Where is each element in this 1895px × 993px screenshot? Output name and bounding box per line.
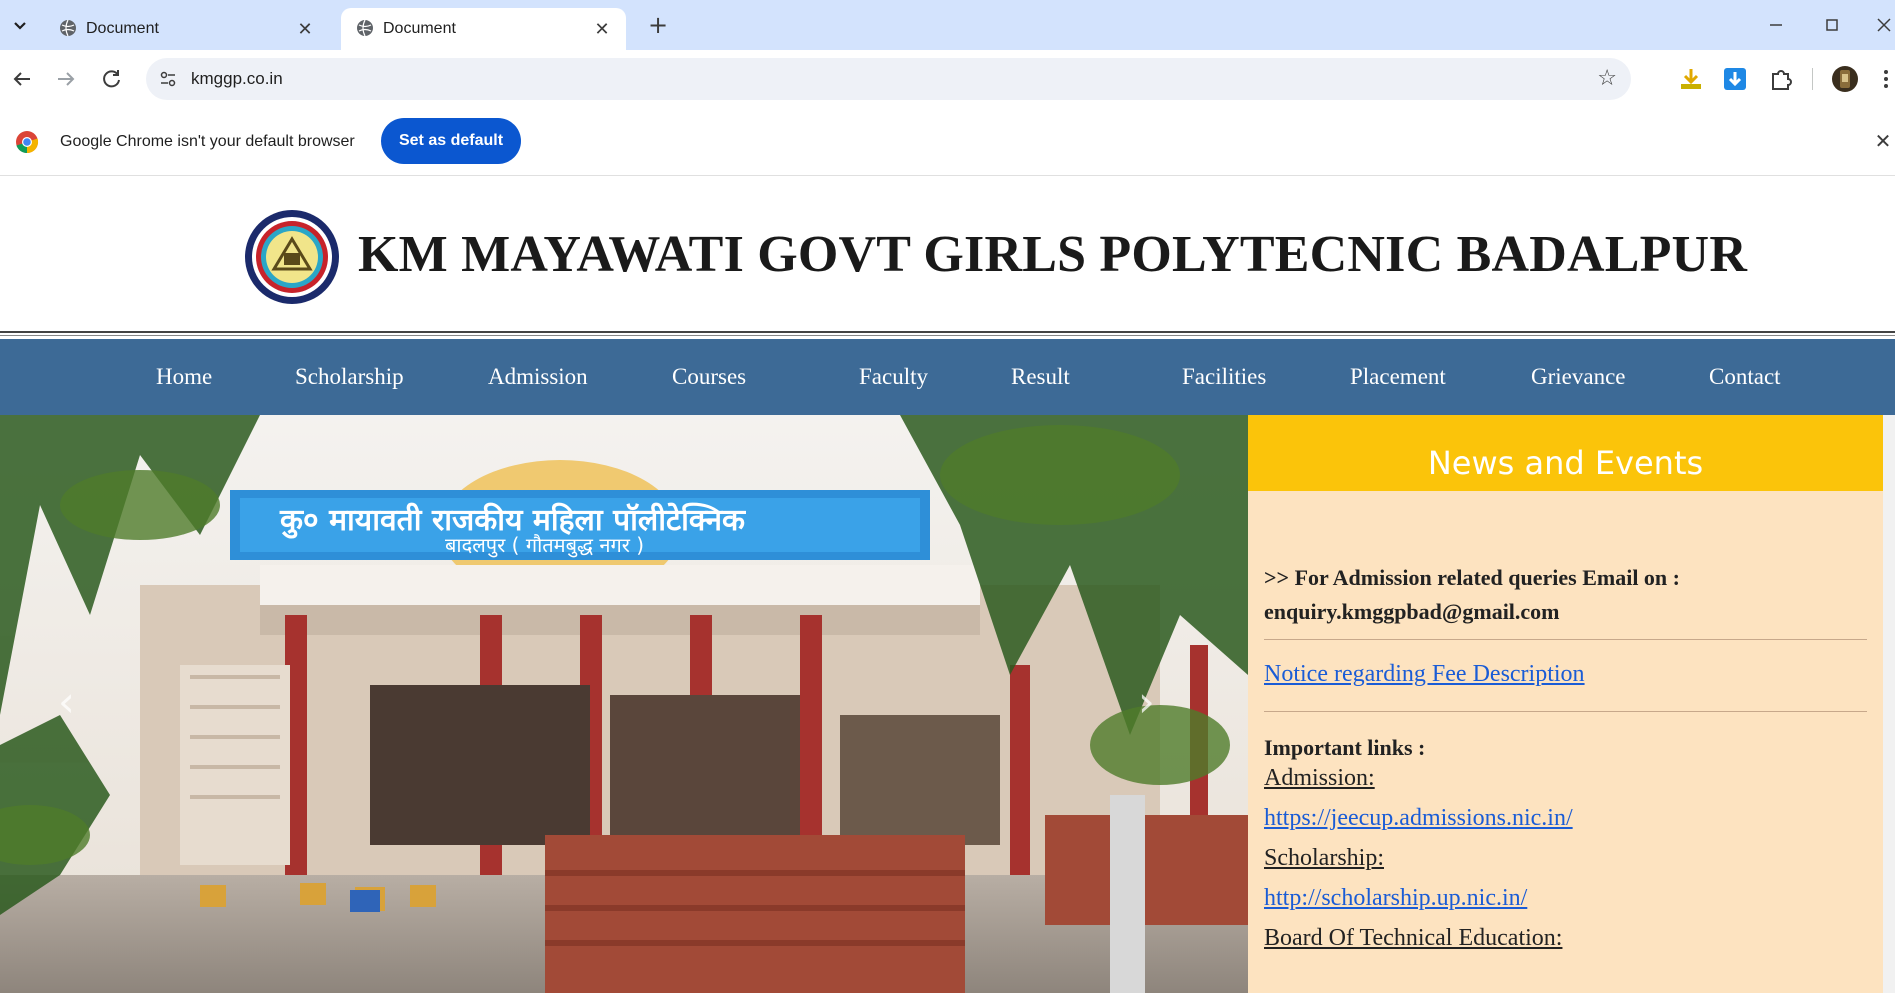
globe-icon [357,19,373,37]
admission-email-text: enquiry.kmggpbad@gmail.com [1264,599,1560,624]
nav-faculty[interactable]: Faculty [859,339,928,415]
header-divider-thin [0,335,1895,336]
bte-label: Board Of Technical Education: [1264,925,1563,951]
globe-icon [60,19,76,37]
forward-button[interactable] [52,65,80,93]
minimize-icon[interactable] [1764,13,1788,37]
scholarship-label: Scholarship: [1264,845,1384,871]
maximize-icon[interactable] [1820,13,1844,37]
extensions-puzzle-icon[interactable] [1766,64,1796,94]
tab-search-button[interactable] [8,13,32,37]
downloader-extension-icon[interactable] [1720,64,1750,94]
chevron-down-icon [14,22,26,30]
close-icon[interactable]: ✕ [590,17,614,41]
chrome-logo-icon [16,131,39,154]
download-arrow-icon[interactable] [1676,64,1706,94]
news-scrollbar[interactable] [1883,415,1895,993]
url-text[interactable]: kmggp.co.in [191,68,283,90]
tab-document-2[interactable]: Document ✕ [341,8,626,50]
tab-strip: Document ✕ Document ✕ + [0,0,1895,50]
carousel-prev-icon[interactable]: ‹ [58,677,75,726]
nav-admission[interactable]: Admission [488,339,588,415]
nav-scholarship[interactable]: Scholarship [295,339,404,415]
hero-carousel: कु० मायावती राजकीय महिला पॉलीटेक्निक बाद… [0,415,1248,993]
news-header: News and Events [1248,415,1883,491]
new-tab-button[interactable]: + [645,12,671,38]
college-logo [245,210,339,304]
site-title: KM MAYAWATI GOVT GIRLS POLYTECNIC BADALP… [358,226,1748,283]
admission-query-text: >> For Admission related queries Email o… [1264,565,1680,590]
nav-placement[interactable]: Placement [1350,339,1446,415]
profile-avatar[interactable] [1830,64,1860,94]
reload-icon [103,70,120,88]
nav-grievance[interactable]: Grievance [1531,339,1626,415]
news-divider [1264,639,1867,640]
tab-document-1[interactable]: Document ✕ [44,8,329,50]
nav-courses[interactable]: Courses [672,339,746,415]
main-navigation: Home Scholarship Admission Courses Facul… [0,339,1895,415]
browser-toolbar: kmggp.co.in ☆ [0,50,1895,108]
close-icon[interactable]: ✕ [293,17,317,41]
news-heading: News and Events [1427,444,1704,482]
site-settings-icon[interactable] [158,69,178,89]
address-bar[interactable]: kmggp.co.in ☆ [146,58,1631,100]
close-window-icon[interactable] [1872,13,1895,37]
site-header: KM MAYAWATI GOVT GIRLS POLYTECNIC BADALP… [0,177,1895,334]
tab-title: Document [383,20,456,37]
back-button[interactable] [8,65,36,93]
campus-building-photo: कु० मायावती राजकीय महिला पॉलीटेक्निक बाद… [0,415,1248,993]
hero-sign-line2: बादलपुर ( गौतमबुद्ध नगर ) [445,533,644,558]
nav-home[interactable]: Home [156,339,212,415]
arrow-right-icon [58,72,75,86]
arrow-left-icon [13,72,30,86]
admission-label: Admission: [1264,765,1375,791]
set-as-default-button[interactable]: Set as default [381,118,521,164]
reload-button[interactable] [98,65,126,93]
toolbar-divider [1812,68,1813,90]
header-divider [0,331,1895,333]
news-divider [1264,711,1867,712]
infobar-message: Google Chrome isn't your default browser [60,133,355,150]
web-page: KM MAYAWATI GOVT GIRLS POLYTECNIC BADALP… [0,177,1895,993]
nav-contact[interactable]: Contact [1709,339,1781,415]
nav-result[interactable]: Result [1011,339,1070,415]
important-links-label: Important links : [1264,735,1426,760]
bookmark-star-icon[interactable]: ☆ [1597,66,1617,92]
nav-facilities[interactable]: Facilities [1182,339,1266,415]
default-browser-infobar: Google Chrome isn't your default browser… [0,108,1895,176]
close-infobar-icon[interactable]: ✕ [1872,130,1894,152]
more-menu-icon[interactable] [1878,65,1894,93]
carousel-next-icon[interactable]: › [1138,677,1155,726]
news-events-panel: News and Events >> For Admission related… [1248,415,1883,993]
fee-notice-link[interactable]: Notice regarding Fee Description [1264,661,1585,688]
tab-title: Document [86,20,159,37]
scholarship-url-link[interactable]: http://scholarship.up.nic.in/ [1264,885,1527,912]
admission-url-link[interactable]: https://jeecup.admissions.nic.in/ [1264,805,1573,832]
